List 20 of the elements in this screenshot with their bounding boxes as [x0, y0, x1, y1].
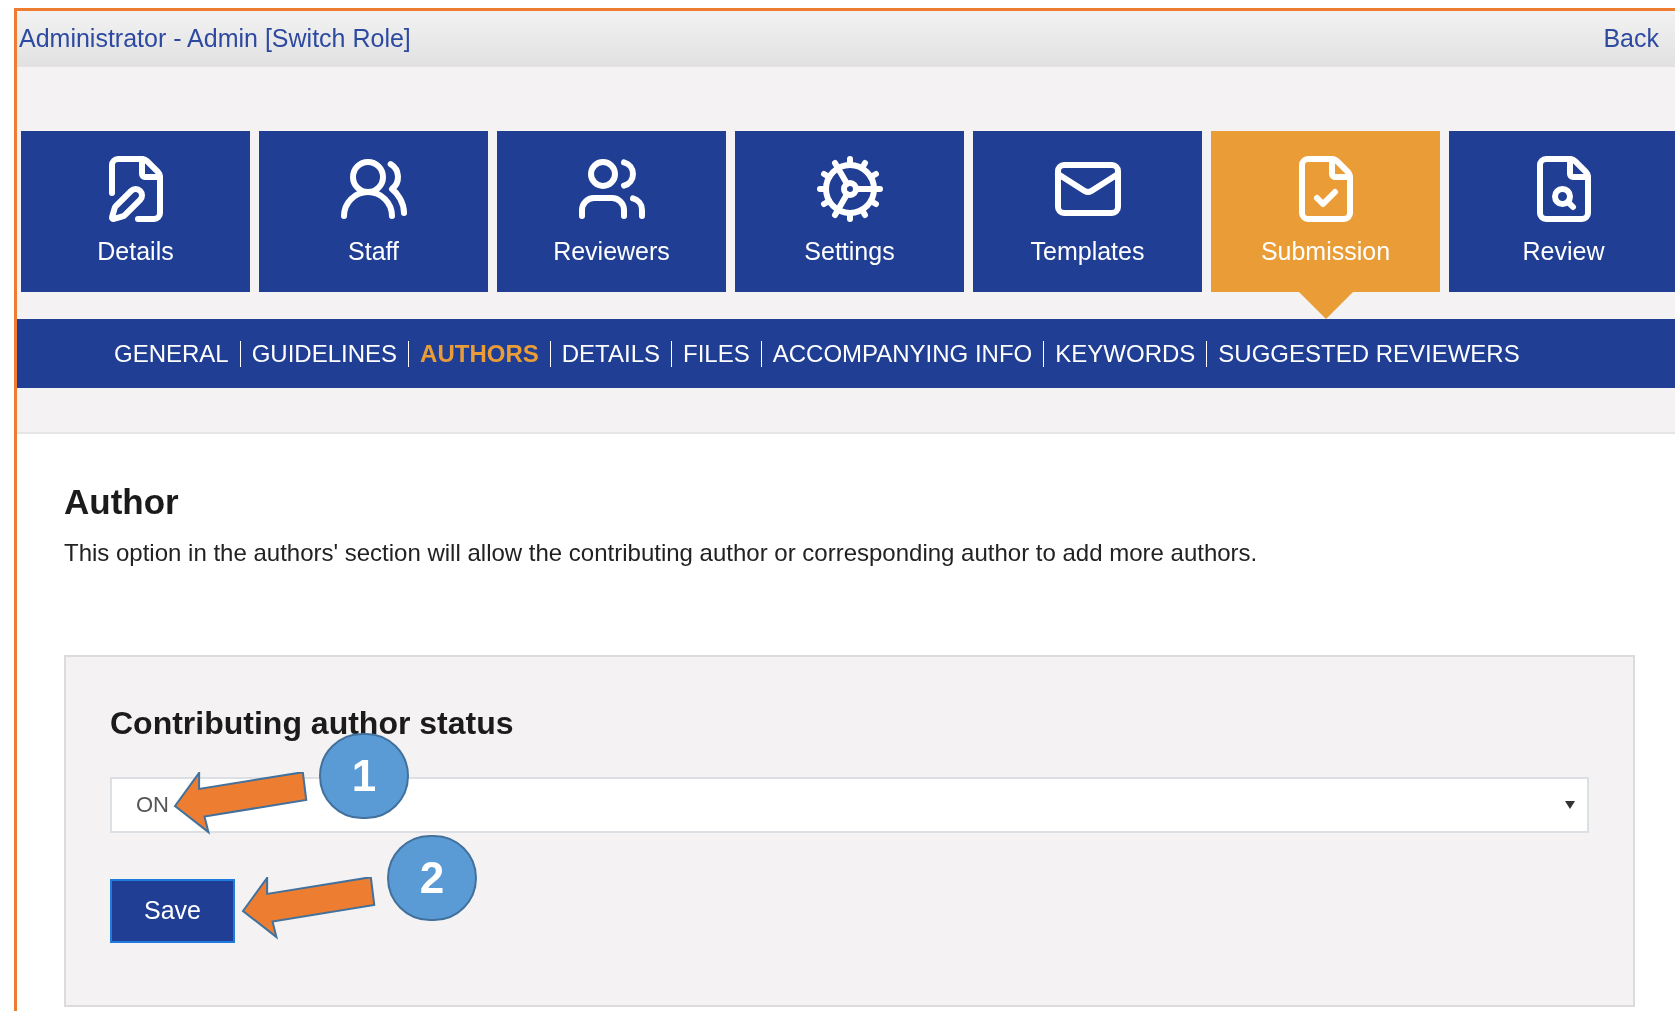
- nav-tile[interactable]: Staff: [259, 131, 488, 292]
- back-link[interactable]: Back: [1603, 20, 1659, 58]
- section-tab[interactable]: AUTHORS: [420, 335, 539, 372]
- nav-tile[interactable]: Templates: [973, 131, 1202, 292]
- section-tab[interactable]: GUIDELINES: [251, 335, 398, 372]
- section-tab[interactable]: DETAILS: [561, 335, 660, 372]
- nav-tile[interactable]: Review: [1449, 131, 1675, 292]
- nav-tile[interactable]: Details: [21, 131, 250, 292]
- section-tab[interactable]: SUGGESTED REVIEWERS: [1218, 335, 1520, 372]
- section-tab[interactable]: KEYWORDS: [1055, 335, 1196, 372]
- section-tab[interactable]: GENERAL: [114, 335, 229, 372]
- user-role-link[interactable]: Administrator - Admin [Switch Role]: [19, 20, 411, 58]
- save-button[interactable]: Save: [110, 878, 235, 943]
- section-tab[interactable]: FILES: [683, 335, 750, 372]
- caret-icon: [1565, 800, 1575, 809]
- section-tab[interactable]: ACCOMPANYING INFO: [772, 335, 1033, 372]
- section-description: This option in the authors' section will allow the contributing author or corresponding author to add more authors.: [64, 537, 1259, 568]
- nav-tile[interactable]: Reviewers: [497, 131, 726, 292]
- nav-tile[interactable]: Settings: [735, 131, 964, 292]
- section-title: Author: [64, 481, 180, 523]
